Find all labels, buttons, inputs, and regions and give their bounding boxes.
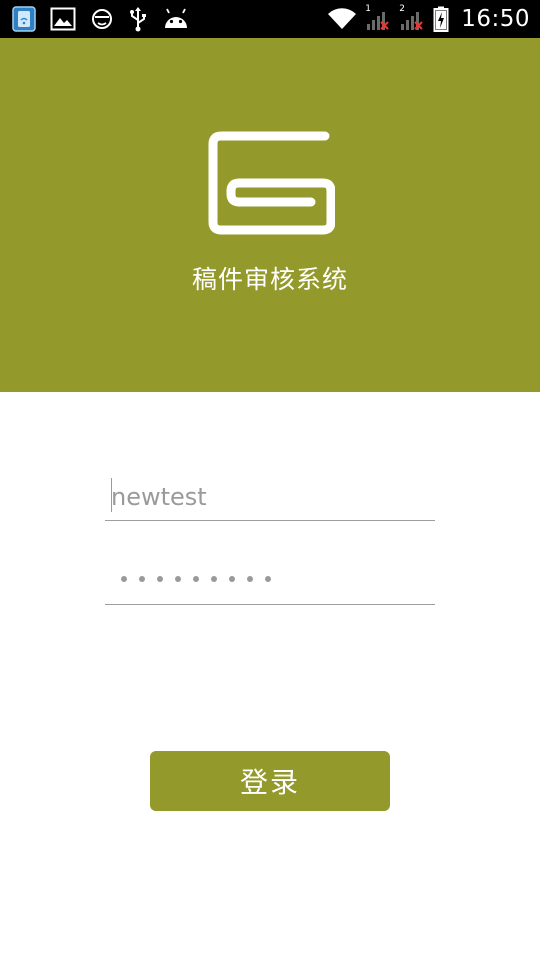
username-input[interactable] — [105, 470, 441, 522]
password-dot — [229, 576, 235, 582]
password-dot — [193, 576, 199, 582]
password-dot — [121, 576, 127, 582]
password-dot — [175, 576, 181, 582]
sim1-label: 1 — [365, 4, 371, 14]
android-icon — [162, 8, 190, 30]
system-status-icons: 1 2 16:50 — [327, 4, 530, 33]
clock: 16:50 — [461, 6, 530, 32]
login-button[interactable]: 登录 — [150, 751, 390, 811]
password-dot — [265, 576, 271, 582]
password-dot — [139, 576, 145, 582]
battery-icon — [433, 6, 449, 32]
sim2-label: 2 — [399, 4, 405, 14]
username-field[interactable] — [105, 470, 441, 522]
password-dot — [247, 576, 253, 582]
password-mask[interactable] — [121, 561, 271, 597]
notification-icons — [12, 5, 190, 33]
sim-toolkit-icon — [12, 6, 36, 32]
gallery-icon — [50, 7, 76, 31]
password-dot — [211, 576, 217, 582]
login-screen: 1 2 16:50 稿件审核系统 newtest 登录 — [0, 0, 540, 960]
app-title: 稿件审核系统 — [191, 265, 348, 294]
password-dot — [157, 576, 163, 582]
wifi-icon — [327, 7, 357, 31]
status-bar: 1 2 16:50 — [0, 0, 540, 38]
text-cursor — [111, 478, 112, 512]
header-banner: 稿件审核系统 — [0, 38, 540, 392]
signal-sim1-icon: 1 — [365, 4, 391, 32]
signal-sim2-icon: 2 — [399, 4, 425, 32]
app-logo-icon — [208, 131, 335, 235]
face-icon — [90, 7, 114, 31]
password-field[interactable] — [105, 555, 435, 605]
usb-icon — [128, 6, 148, 32]
